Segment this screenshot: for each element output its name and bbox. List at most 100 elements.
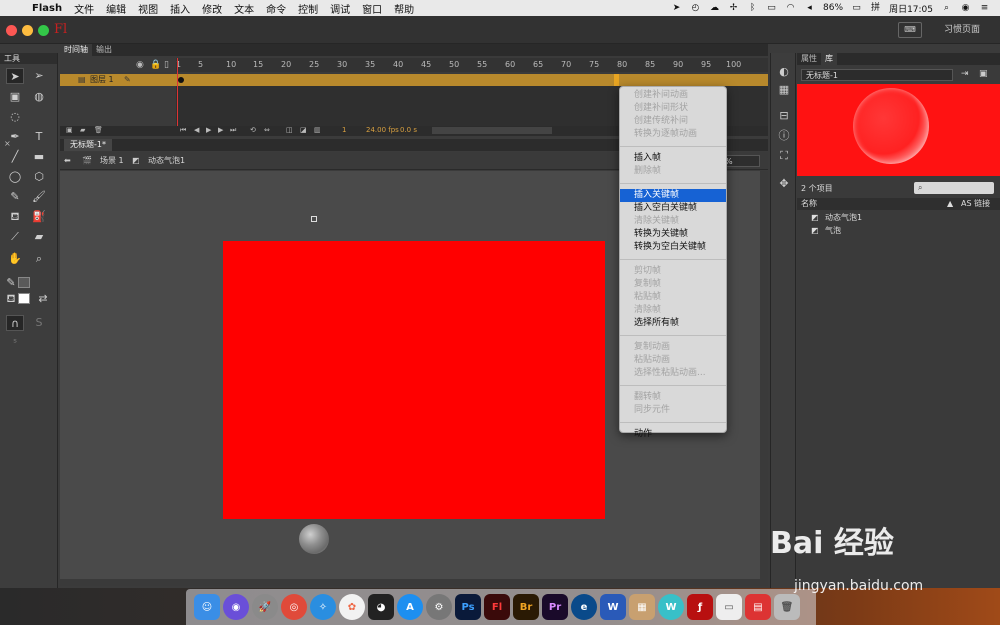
menu-item-insert-blank-keyframe[interactable]: 插入空白关键帧 [620, 202, 726, 215]
transform-panel-icon[interactable]: ⛶ [776, 149, 792, 163]
timeline-ruler[interactable]: 1 5 10 15 20 25 30 35 40 45 50 55 60 65 … [176, 58, 768, 72]
clock-icon[interactable]: ◴ [690, 3, 701, 13]
menu-item-remove-frames[interactable]: 删除帧 [620, 165, 726, 178]
launchpad-icon[interactable]: 🚀 [252, 594, 278, 620]
menu-item-create-shape-tween[interactable]: 创建补间形状 [620, 102, 726, 115]
end-frame-marker[interactable] [614, 74, 619, 86]
keyboard-shortcuts-icon[interactable]: ⌨ [898, 22, 922, 38]
airplay-icon[interactable]: ▭ [766, 3, 777, 13]
polystar-tool-icon[interactable]: ⬡ [30, 169, 48, 185]
menu-help[interactable]: 帮助 [388, 1, 420, 16]
keyframe-marker[interactable] [178, 77, 184, 83]
volume-icon[interactable]: ◂ [804, 3, 815, 13]
step-forward-icon[interactable]: ▶ [218, 126, 223, 134]
edit-multiple-frames-icon[interactable]: ▥ [314, 126, 321, 134]
siri-icon[interactable]: ◉ [223, 594, 249, 620]
zoom-window-button[interactable] [38, 25, 49, 36]
line-tool-icon[interactable]: ╱ [6, 149, 24, 165]
photos-icon[interactable]: ✿ [339, 594, 365, 620]
red-rectangle-shape[interactable] [223, 241, 605, 519]
subselection-tool-icon[interactable]: ➢ [30, 68, 48, 84]
menu-text[interactable]: 文本 [228, 1, 260, 16]
delete-layer-icon[interactable]: 🗑 [94, 126, 103, 134]
menu-item-synchronize-symbols[interactable]: 同步元件 [620, 404, 726, 417]
selection-tool-icon[interactable]: ➤ [6, 68, 24, 84]
send-icon[interactable]: ➤ [671, 3, 682, 13]
text-tool-icon[interactable]: T [30, 129, 48, 145]
system-preferences-icon[interactable]: ⚙ [426, 594, 452, 620]
column-name[interactable]: 名称 [801, 198, 817, 210]
stage-vscroll[interactable] [760, 171, 768, 586]
finder-icon[interactable]: ☺ [194, 594, 220, 620]
eyedropper-tool-icon[interactable]: ⟋ [6, 229, 24, 245]
menu-item-clear-keyframe[interactable]: 清除关键帧 [620, 215, 726, 228]
menu-item-convert-to-blank-keyframes[interactable]: 转换为空白关键帧 [620, 241, 726, 254]
swap-colors-icon[interactable]: ⇄ [34, 291, 52, 307]
playhead[interactable] [177, 58, 178, 126]
snap-to-objects-icon[interactable]: ∩ [6, 315, 24, 331]
layer-pencil-icon[interactable]: ✎ [124, 75, 131, 84]
library-search-input[interactable]: ⌕ [914, 182, 994, 194]
onion-skin-icon[interactable]: ◫ [286, 126, 293, 134]
qq-icon[interactable]: ◕ [368, 594, 394, 620]
align-panel-icon[interactable]: ⊟ [776, 109, 792, 123]
menubar-clock[interactable]: 周日17:05 [889, 2, 933, 15]
siri-icon[interactable]: ◉ [960, 3, 971, 13]
rectangle-tool-icon[interactable]: ▬ [30, 149, 48, 165]
paint-bucket-tool-icon[interactable]: ⛾ [6, 209, 24, 225]
tab-library[interactable]: 库 [821, 53, 837, 65]
minimize-window-button[interactable] [22, 25, 33, 36]
stage-hscroll[interactable] [60, 579, 760, 586]
document-tab[interactable]: 无标题-1* [64, 139, 112, 151]
swatches-panel-icon[interactable]: ▦ [776, 83, 792, 97]
menu-window[interactable]: 窗口 [356, 1, 388, 16]
browser-icon[interactable]: e [571, 594, 597, 620]
bluetooth-icon[interactable]: ᛒ [747, 3, 758, 13]
layer-frames[interactable] [176, 74, 768, 86]
step-back-icon[interactable]: ◀ [194, 126, 199, 134]
sort-icon[interactable]: ▲ [947, 198, 953, 210]
photoshop-icon[interactable]: Ps [455, 594, 481, 620]
go-to-last-frame-icon[interactable]: ⏭ [230, 126, 236, 135]
cloud-icon[interactable]: ☁ [709, 3, 720, 13]
free-transform-tool-icon[interactable]: ▣ [6, 89, 24, 105]
onion-outline-icon[interactable]: ◪ [300, 126, 307, 134]
go-to-first-frame-icon[interactable]: ⏮ [180, 126, 186, 135]
menu-item-create-classic-tween[interactable]: 创建传统补间 [620, 115, 726, 128]
safari-icon[interactable]: ✧ [310, 594, 336, 620]
play-icon[interactable]: ▶ [206, 126, 211, 134]
brush-tool-icon[interactable]: 🖌 [30, 189, 48, 205]
menu-item-paste-frames[interactable]: 粘贴帧 [620, 291, 726, 304]
premiere-icon[interactable]: Pr [542, 594, 568, 620]
notification-center-icon[interactable]: ≡ [979, 3, 990, 13]
tab-output[interactable]: 输出 [92, 44, 116, 56]
menu-app-flash[interactable]: Flash [30, 3, 68, 14]
word-icon[interactable]: W [600, 594, 626, 620]
wifi-icon[interactable]: ◠ [785, 3, 796, 13]
fan-icon[interactable]: ✢ [728, 3, 739, 13]
close-window-button[interactable] [6, 25, 17, 36]
menu-item-copy-motion[interactable]: 复制动画 [620, 341, 726, 354]
menu-file[interactable]: 文件 [68, 1, 100, 16]
menu-edit[interactable]: 编辑 [100, 1, 132, 16]
back-arrow-icon[interactable]: ⬅ [64, 152, 71, 170]
archive-icon[interactable]: ▦ [629, 594, 655, 620]
menu-item-create-motion-tween[interactable]: 创建补间动画 [620, 89, 726, 102]
menu-item-select-all-frames[interactable]: 选择所有帧 [620, 317, 726, 330]
current-frame[interactable]: 1 [342, 126, 346, 134]
pin-icon[interactable]: ⇥ [961, 69, 969, 79]
menu-item-paste-motion-special[interactable]: 选择性粘贴动画... [620, 367, 726, 380]
frame-rate[interactable]: 24.00 fps [366, 126, 399, 134]
smooth-icon[interactable]: S [30, 315, 48, 331]
menu-item-insert-frame[interactable]: 插入帧 [620, 152, 726, 165]
lock-layers-icon[interactable]: 🔒 [150, 60, 161, 70]
search-icon[interactable]: ⌕ [941, 3, 952, 13]
menu-item-convert-to-keyframes[interactable]: 转换为关键帧 [620, 228, 726, 241]
flash-icon[interactable]: Fl [484, 594, 510, 620]
stroke-color-swatch[interactable] [18, 277, 30, 288]
workspace-switcher[interactable]: 习惯页面 [932, 22, 992, 38]
menu-item-actions[interactable]: 动作 [620, 428, 726, 441]
menu-commands[interactable]: 命令 [260, 1, 292, 16]
menu-insert[interactable]: 插入 [164, 1, 196, 16]
new-library-panel-icon[interactable]: ▣ [979, 69, 988, 79]
